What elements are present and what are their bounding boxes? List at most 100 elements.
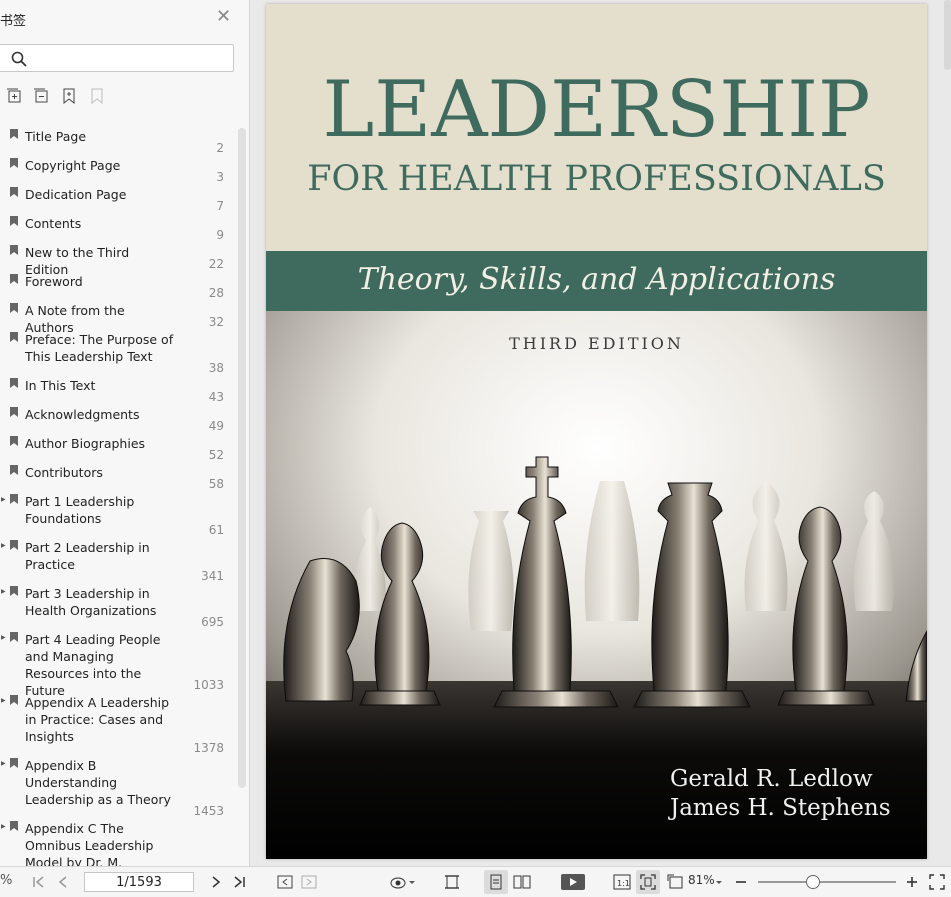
bookmark-label: Title Page: [25, 129, 87, 144]
zoom-out-icon[interactable]: [732, 873, 750, 891]
bookmark-label: Author Biographies: [25, 436, 146, 451]
expand-arrow-icon[interactable]: ▶: [1, 698, 6, 704]
collapse-all-icon[interactable]: [33, 88, 49, 104]
search-box[interactable]: [0, 44, 234, 72]
last-page-icon[interactable]: [230, 873, 248, 891]
bookmark-item[interactable]: Foreword 28: [0, 269, 236, 300]
fit-page-icon[interactable]: [639, 873, 657, 891]
expand-arrow-icon[interactable]: ▶: [1, 761, 6, 767]
play-slideshow-icon[interactable]: [560, 873, 586, 891]
bookmark-label: Contributors: [25, 465, 103, 480]
bookmark-item[interactable]: Preface: The Purpose of This Leadership …: [0, 327, 236, 375]
bookmark-item[interactable]: ▶ Appendix A Leadership in Practice: Cas…: [0, 690, 236, 755]
bookmark-icon: [10, 332, 18, 342]
cover-header: LEADERSHIP FOR HEALTH PROFESSIONALS: [266, 4, 927, 251]
eye-icon[interactable]: [389, 873, 417, 891]
status-fragment: %: [0, 873, 13, 888]
bookmark-icon: [10, 158, 18, 168]
bookmark-item[interactable]: ▶ Part 4 Leading People and Managing Res…: [0, 627, 236, 698]
close-icon[interactable]: ✕: [216, 8, 231, 26]
bookmark-item[interactable]: Acknowledgments 49: [0, 402, 236, 433]
subtitle-band: Theory, Skills, and Applications: [266, 251, 927, 311]
bookmark-item[interactable]: Title Page 2: [0, 124, 236, 155]
expand-arrow-icon[interactable]: ▶: [1, 589, 6, 595]
bookmark-item[interactable]: Contents 9: [0, 211, 236, 242]
search-icon: [11, 51, 27, 67]
bookmark-label: Part 2 Leadership in Practice: [25, 540, 150, 572]
bookmark-item[interactable]: A Note from the Authors 32: [0, 298, 236, 335]
zoom-in-icon[interactable]: [903, 873, 921, 891]
svg-text:1:1: 1:1: [617, 879, 630, 888]
bookmark-item[interactable]: Dedication Page 7: [0, 182, 236, 213]
back-view-icon[interactable]: [276, 873, 294, 891]
document-page: LEADERSHIP FOR HEALTH PROFESSIONALS Theo…: [266, 4, 927, 859]
bookmark-label: Dedication Page: [25, 187, 127, 202]
expand-arrow-icon[interactable]: ▶: [1, 635, 6, 641]
forward-view-icon[interactable]: [300, 873, 318, 891]
two-page-icon[interactable]: [513, 873, 531, 891]
bookmark-label: Part 3 Leadership in Health Organization…: [25, 586, 157, 618]
bookmark-list: Title Page 2 Copyright Page 3 Dedication…: [0, 124, 236, 866]
fullscreen-icon[interactable]: [928, 873, 946, 891]
bookmark-icon: [10, 303, 18, 313]
bookmark-label: Appendix A Leadership in Practice: Cases…: [25, 695, 170, 744]
author-name: Gerald R. Ledlow: [670, 766, 873, 792]
actual-size-icon[interactable]: 1:1: [613, 873, 631, 891]
document-scrollbar[interactable]: [944, 0, 951, 70]
bookmark-item[interactable]: Copyright Page 3: [0, 153, 236, 184]
expand-all-icon[interactable]: [6, 88, 22, 104]
book-subtitle: Theory, Skills, and Applications: [357, 262, 836, 297]
bookmark-item[interactable]: ▶ Part 2 Leadership in Practice 341: [0, 535, 236, 583]
rotate-icon[interactable]: [666, 873, 684, 891]
bookmark-icon: [10, 245, 18, 255]
add-bookmark-icon[interactable]: [61, 88, 77, 104]
bookmark-icon: [10, 494, 18, 504]
bookmark-label: Part 1 Leadership Foundations: [25, 494, 135, 526]
bookmark-item[interactable]: In This Text 43: [0, 373, 236, 404]
fit-width-icon[interactable]: [443, 873, 461, 891]
expand-arrow-icon[interactable]: ▶: [1, 543, 6, 549]
zoom-slider-handle[interactable]: [806, 875, 820, 889]
search-input[interactable]: [35, 48, 229, 70]
bookmark-label: Copyright Page: [25, 158, 121, 173]
single-page-icon[interactable]: [487, 873, 505, 891]
bookmark-icon: [10, 695, 18, 705]
bookmark-label: Appendix B Understanding Leadership as a…: [25, 758, 171, 807]
zoom-slider-track[interactable]: [758, 881, 896, 883]
page-number-input[interactable]: [84, 872, 194, 892]
expand-arrow-icon[interactable]: ▶: [1, 497, 6, 503]
book-title-line2: FOR HEALTH PROFESSIONALS: [307, 159, 886, 199]
bookmark-label: Foreword: [25, 274, 83, 289]
bookmark-label: In This Text: [25, 378, 96, 393]
bookmark-icon: [10, 632, 18, 642]
bookmark-icon: [10, 436, 18, 446]
prev-page-icon[interactable]: [54, 873, 72, 891]
bookmark-icon: [10, 378, 18, 388]
bookmark-icon: [10, 129, 18, 139]
expand-arrow-icon[interactable]: ▶: [1, 824, 6, 830]
bookmark-icon: [10, 465, 18, 475]
bookmark-label: Preface: The Purpose of This Leadership …: [25, 332, 174, 364]
panel-title: 书签: [0, 14, 27, 29]
bookmark-icon: [10, 407, 18, 417]
bookmark-item[interactable]: Contributors 58: [0, 460, 236, 491]
bookmark-item[interactable]: ▶ Appendix B Understanding Leadership as…: [0, 753, 236, 818]
bookmark-label: Appendix C The Omnibus Leadership Model …: [25, 821, 154, 866]
delete-bookmark-icon[interactable]: [89, 88, 105, 104]
bookmark-item[interactable]: New to the Third Edition 22: [0, 240, 236, 277]
bookmark-item[interactable]: ▶ Part 3 Leadership in Health Organizati…: [0, 581, 236, 629]
book-edition: THIRD EDITION: [509, 334, 684, 353]
bookmark-item[interactable]: Author Biographies 52: [0, 431, 236, 462]
bookmark-item[interactable]: ▶ Appendix C The Omnibus Leadership Mode…: [0, 816, 236, 866]
bookmark-icon: [10, 216, 18, 226]
bookmark-icon: [10, 586, 18, 596]
zoom-dropdown-icon[interactable]: [714, 873, 724, 891]
bookmark-icon: [10, 821, 18, 831]
author-name: James H. Stephens: [670, 795, 891, 821]
bookmark-item[interactable]: ▶ Part 1 Leadership Foundations 61: [0, 489, 236, 537]
zoom-level[interactable]: 81%: [688, 873, 715, 887]
first-page-icon[interactable]: [30, 873, 48, 891]
next-page-icon[interactable]: [207, 873, 225, 891]
bookmark-icon: [10, 187, 18, 197]
bookmark-scrollbar[interactable]: [238, 128, 246, 788]
